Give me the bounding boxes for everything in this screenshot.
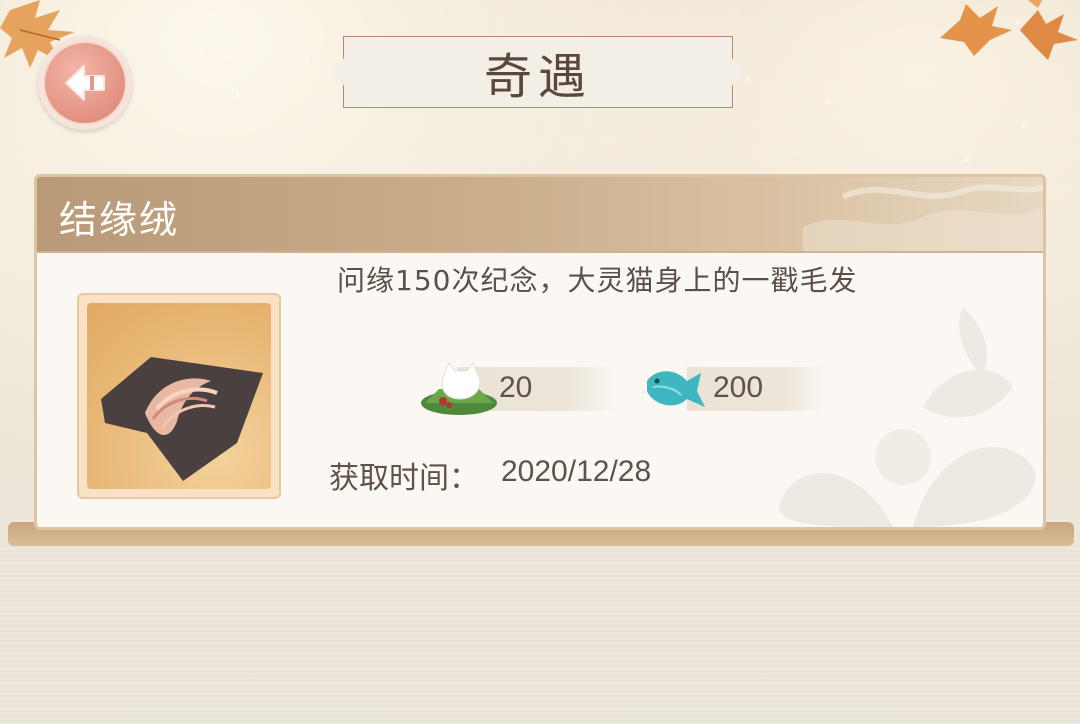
item-image bbox=[87, 303, 271, 489]
item-name: 结缘绒 bbox=[59, 198, 180, 242]
back-arrow-icon bbox=[65, 65, 105, 101]
item-card: 结缘绒 问缘150次纪念，大灵猫身上的一戳毛发 20 200 获取时间： 202… bbox=[34, 174, 1046, 530]
cost-value-fish: 200 bbox=[713, 371, 764, 404]
sparkle bbox=[826, 100, 829, 103]
background-stripes bbox=[0, 545, 1080, 724]
obtained-time-label: 获取时间： bbox=[329, 461, 479, 496]
page-title-plate: 奇遇 bbox=[343, 36, 733, 108]
back-button[interactable] bbox=[38, 36, 132, 130]
maple-leaf-icon bbox=[940, 0, 1078, 60]
fish-icon bbox=[647, 371, 705, 407]
item-icon-frame bbox=[77, 293, 281, 499]
cloud-swirl-decoration bbox=[803, 184, 1043, 251]
sparkle bbox=[236, 92, 239, 95]
fur-tuft-icon bbox=[101, 357, 263, 481]
card-header: 结缘绒 bbox=[37, 177, 1043, 253]
obtained-time-value: 2020/12/28 bbox=[501, 455, 652, 488]
sparkle bbox=[1022, 124, 1025, 127]
back-button-face bbox=[43, 41, 127, 125]
item-description: 问缘150次纪念，大灵猫身上的一戳毛发 bbox=[337, 264, 858, 297]
sparkle bbox=[198, 48, 201, 51]
rice-dumpling-icon bbox=[421, 361, 497, 415]
cost-value-dumpling: 20 bbox=[499, 371, 533, 404]
sparkle bbox=[306, 60, 309, 63]
sparkle bbox=[746, 78, 749, 81]
sparkle bbox=[966, 158, 969, 161]
page-title: 奇遇 bbox=[483, 49, 592, 105]
